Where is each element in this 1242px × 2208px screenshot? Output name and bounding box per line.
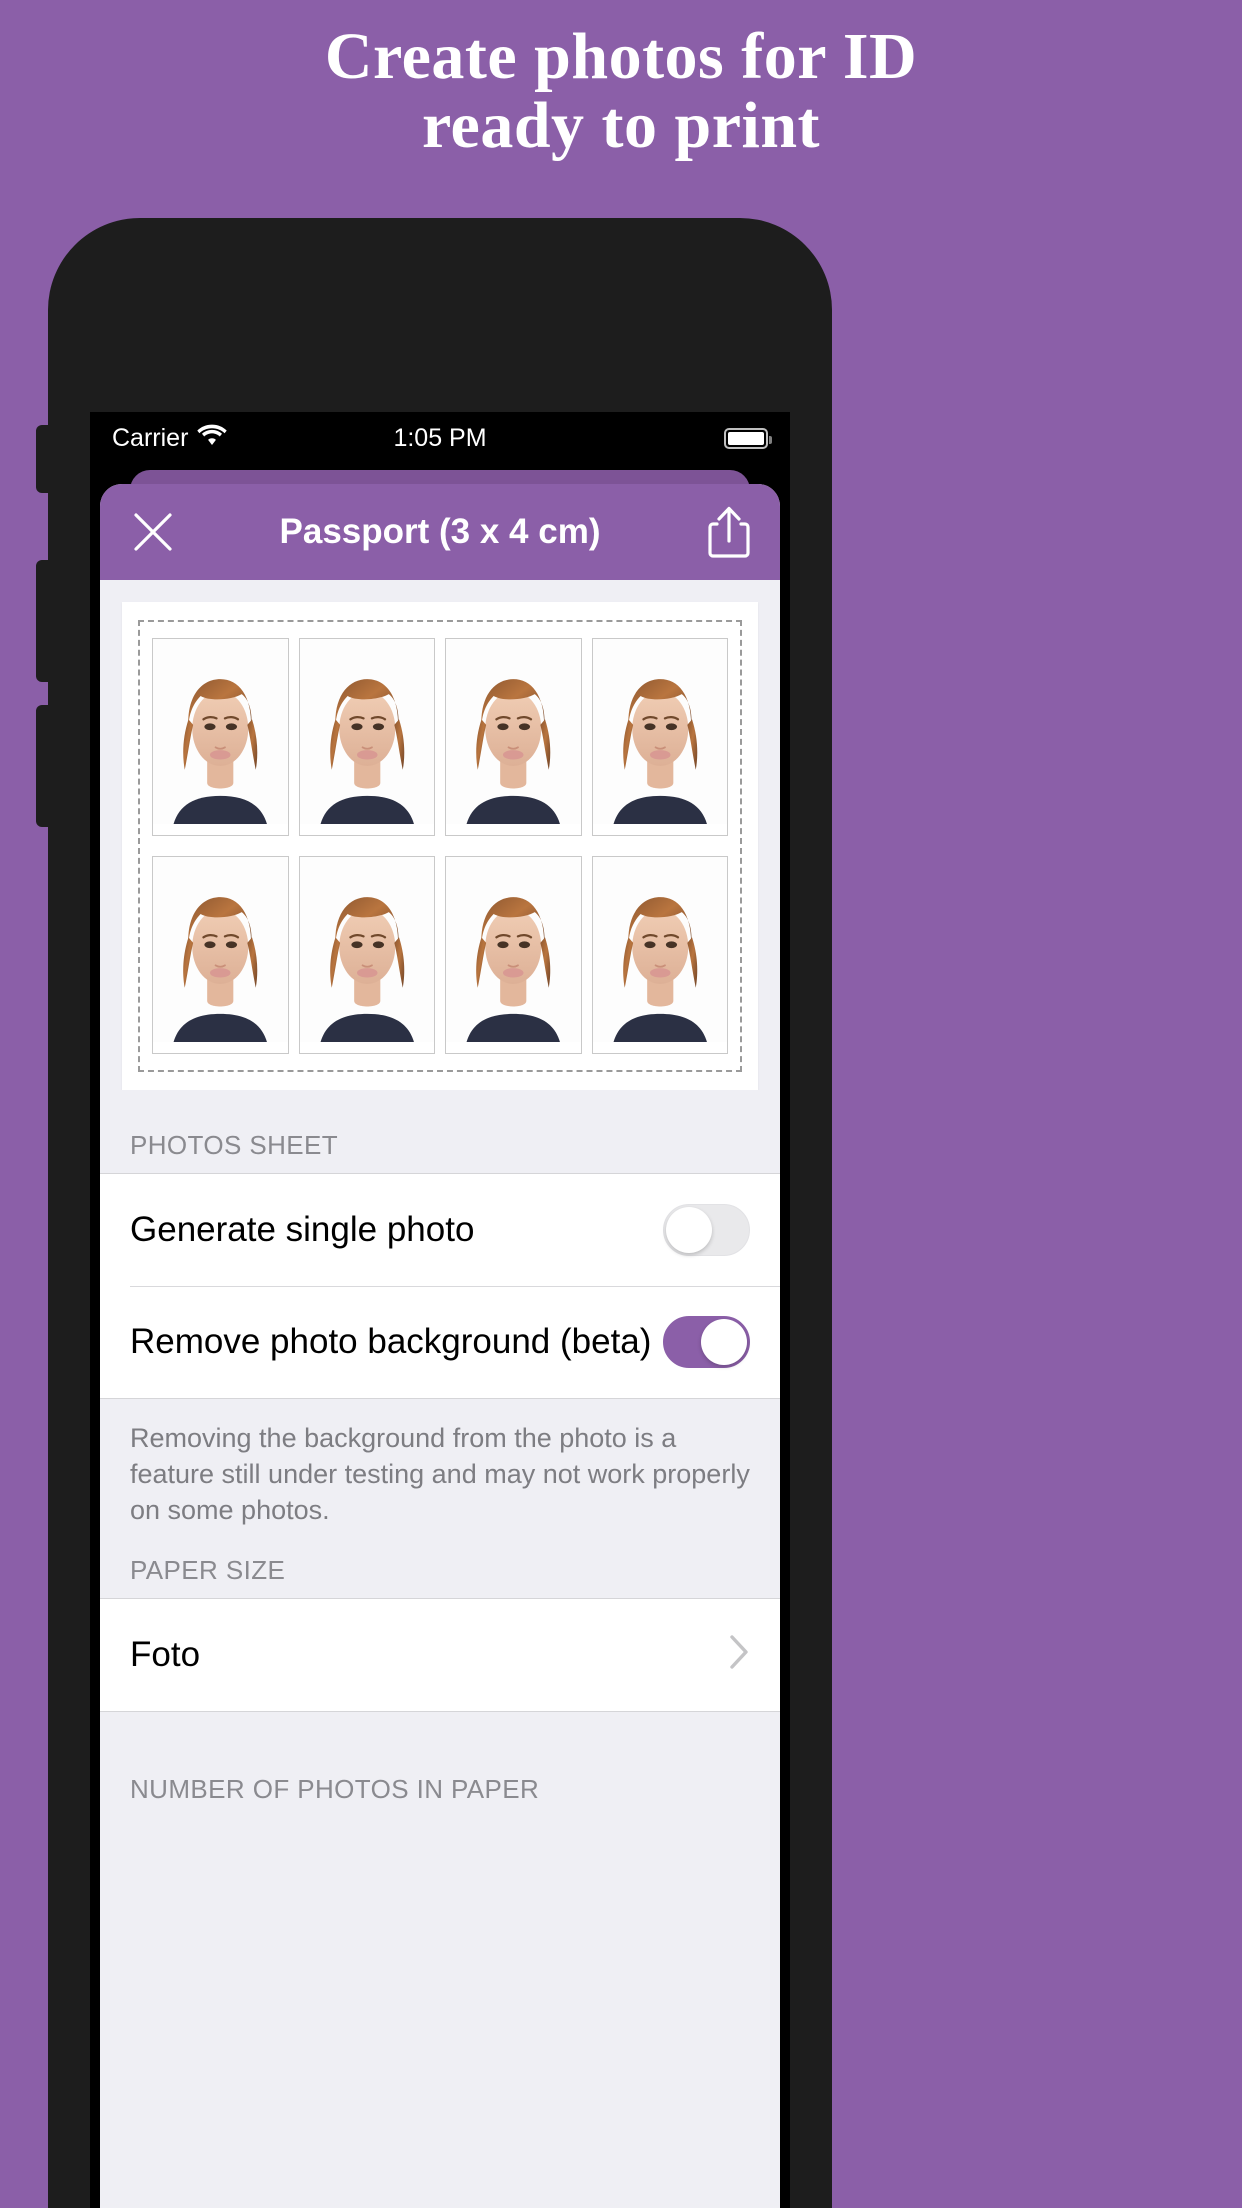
section-header-number-of-photos: NUMBER OF PHOTOS IN PAPER [100, 1711, 780, 1817]
modal-navbar: Passport (3 x 4 cm) [100, 484, 780, 580]
toggle-knob [666, 1207, 712, 1253]
passport-photo [445, 638, 582, 836]
photo-row [152, 856, 728, 1054]
remove-photo-background-toggle[interactable] [663, 1316, 750, 1368]
close-x-icon[interactable] [128, 507, 178, 557]
row-generate-single-photo[interactable]: Generate single photo [100, 1174, 780, 1286]
battery-full-icon [724, 427, 772, 449]
share-export-icon[interactable] [706, 505, 752, 559]
phone-screen: Carrier 1:05 PM Passport (3 x 4 cm) PHOT… [90, 412, 790, 2208]
carrier-label: Carrier [112, 423, 189, 452]
passport-photo [152, 638, 289, 836]
row-accessory [663, 1316, 750, 1368]
row-paper-size-foto[interactable]: Foto [100, 1598, 780, 1711]
paper-size-cell-group: Foto [100, 1597, 780, 1712]
section-header-photos-sheet: PHOTOS SHEET [100, 1090, 780, 1173]
row-accessory [728, 1633, 750, 1676]
passport-photo [445, 856, 582, 1054]
passport-photo [298, 856, 435, 1054]
modal-content: PHOTOS SHEET Generate single photo Remov… [100, 580, 780, 2208]
row-label: Generate single photo [130, 1210, 475, 1249]
row-remove-photo-background[interactable]: Remove photo background (beta) [100, 1286, 780, 1398]
wifi-icon [197, 424, 228, 453]
generate-single-photo-toggle[interactable] [663, 1204, 750, 1256]
page-title: Passport (3 x 4 cm) [279, 512, 601, 551]
row-accessory [663, 1204, 750, 1256]
passport-photo [152, 856, 289, 1054]
headline-line-2: ready to print [421, 89, 821, 163]
photos-sheet-footer-note: Removing the background from the photo i… [100, 1399, 780, 1529]
photo-sheet-cut-area [138, 620, 742, 1072]
section-header-paper-size: PAPER SIZE [100, 1528, 780, 1598]
photo-sheet-preview-wrap [100, 580, 780, 1090]
passport-photo [591, 638, 728, 836]
row-label: Foto [130, 1634, 201, 1674]
status-bar-left: Carrier [112, 423, 228, 453]
passport-photo [298, 638, 435, 836]
photos-sheet-cell-group: Generate single photo Remove photo backg… [100, 1173, 780, 1399]
photo-sheet-paper[interactable] [122, 602, 758, 1090]
headline-line-1: Create photos for ID [324, 20, 918, 93]
chevron-right-icon [728, 1633, 750, 1676]
promo-headline: Create photos for ID ready to print [0, 22, 1242, 161]
toggle-knob [701, 1319, 747, 1365]
passport-modal: Passport (3 x 4 cm) PHOTOS SHEET Generat… [100, 484, 780, 2208]
status-bar-right [724, 427, 772, 449]
passport-photo [591, 856, 728, 1054]
photo-row [152, 638, 728, 836]
status-bar: Carrier 1:05 PM [90, 412, 790, 464]
row-label: Remove photo background (beta) [130, 1322, 652, 1361]
